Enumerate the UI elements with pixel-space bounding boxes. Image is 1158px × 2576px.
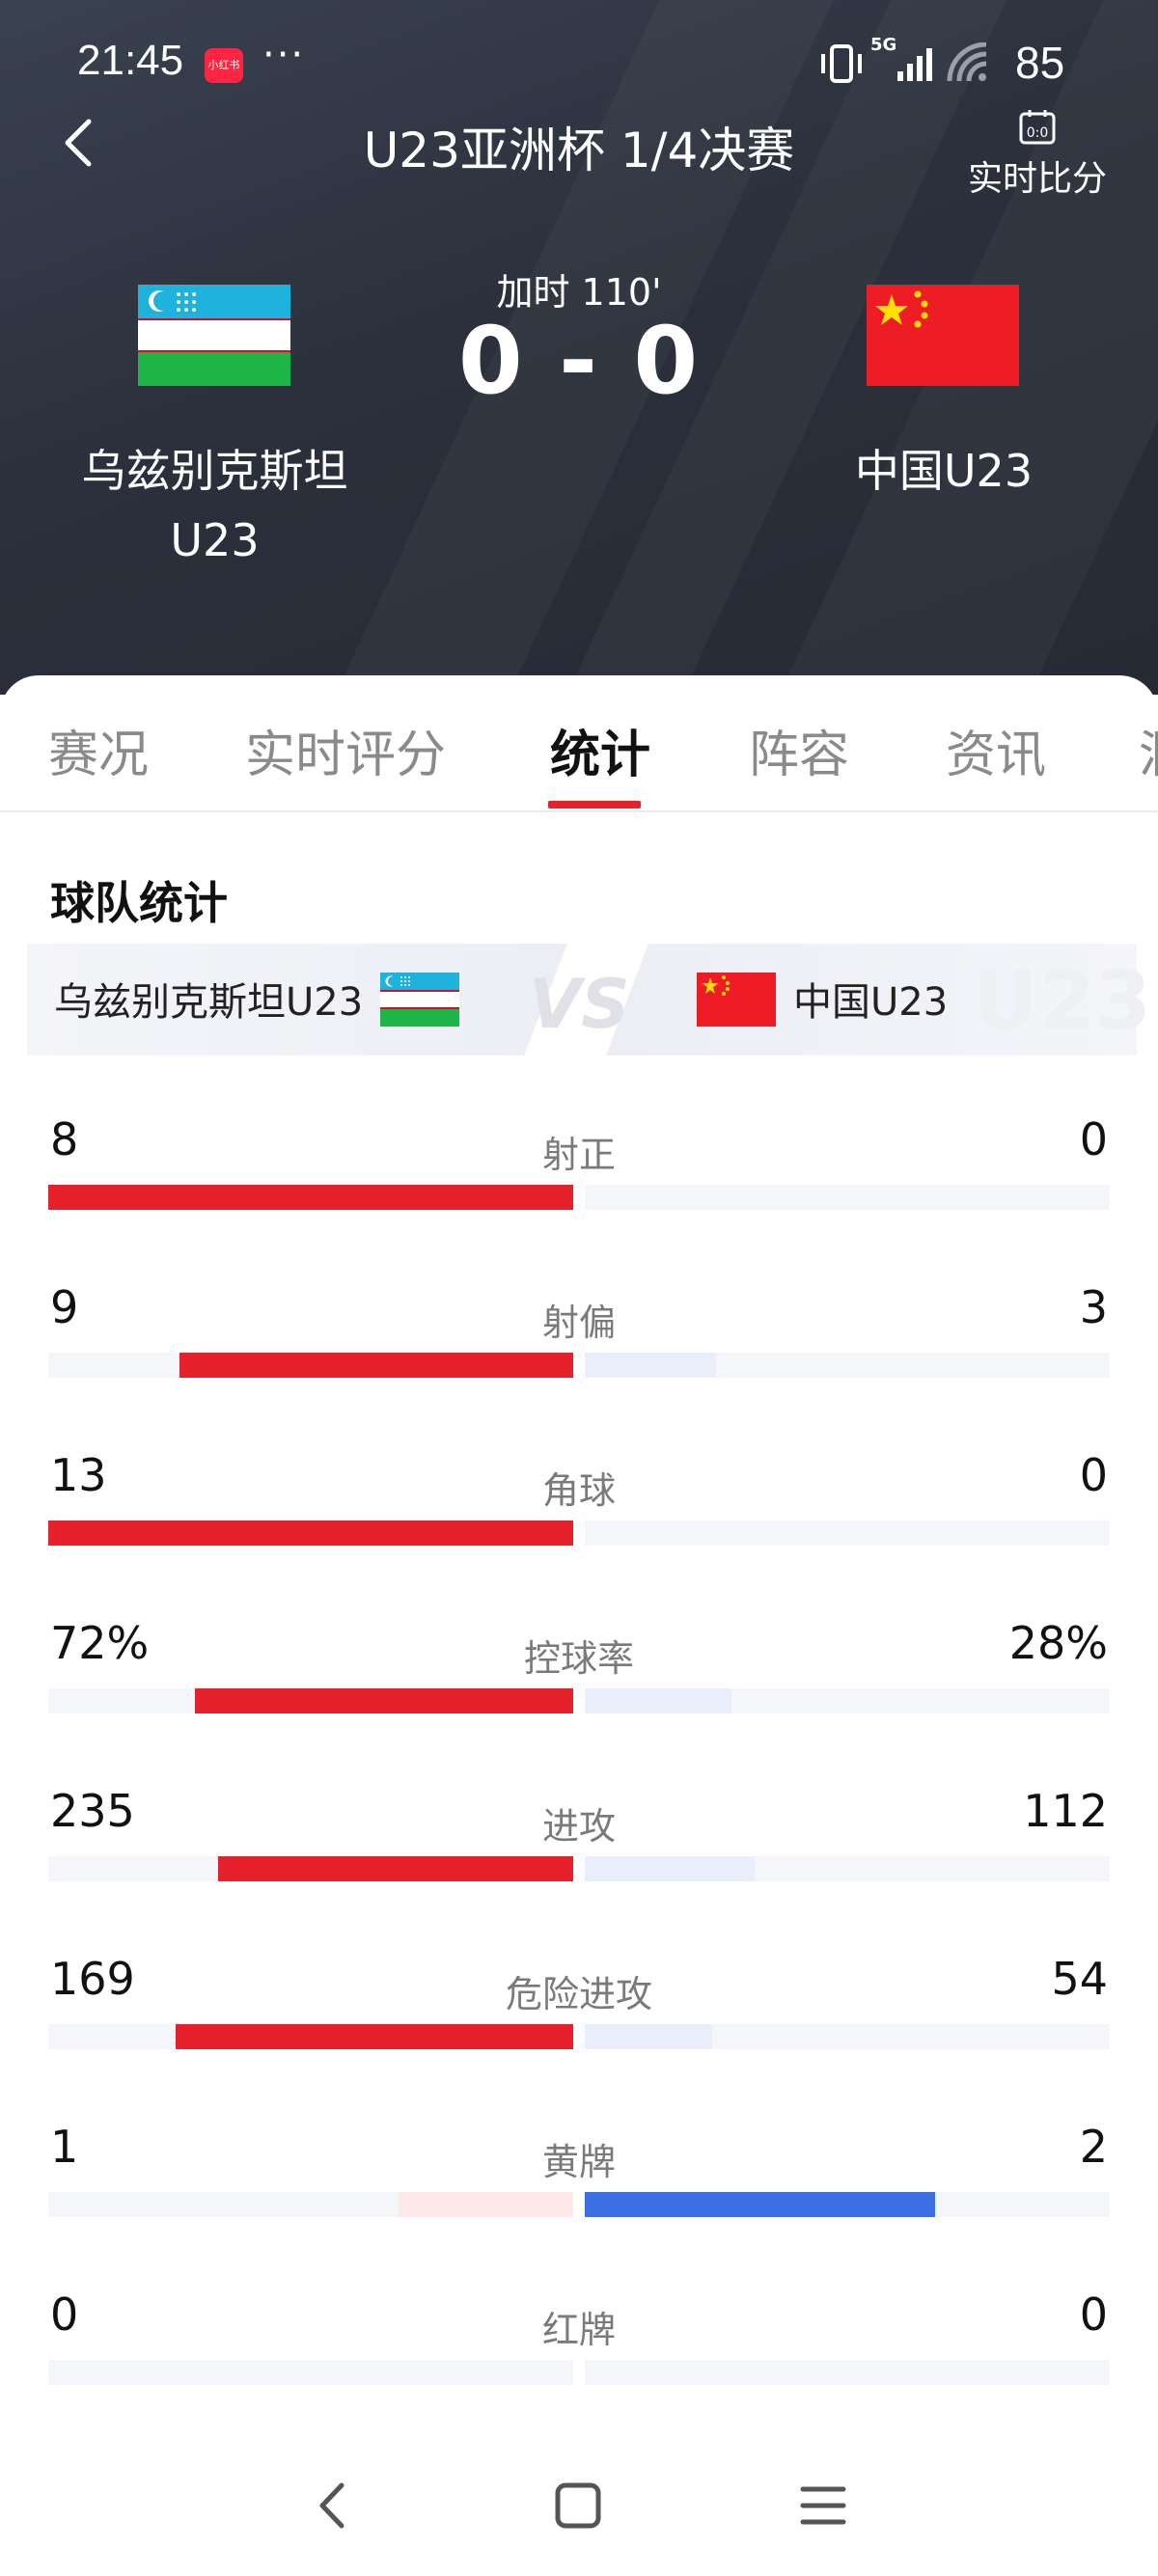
- stat-home-value: 169: [50, 1953, 135, 2005]
- home-bar-fill: [176, 2024, 573, 2049]
- home-bar-fill: [195, 1688, 573, 1713]
- home-team-name[interactable]: 乌兹别克斯坦U23: [58, 436, 372, 575]
- match-score: 0 - 0: [457, 307, 701, 415]
- stat-home-value: 72%: [50, 1617, 150, 1669]
- away-bar-fill: [585, 1353, 716, 1378]
- vs-away-team-name: 中国U23: [793, 980, 949, 1025]
- stat-away-value: 2: [1079, 2121, 1108, 2173]
- more-notifications-icon: ···: [262, 33, 306, 77]
- status-bar: 21:45 小红书 ··· 5G 85: [0, 29, 1158, 96]
- team-vs-banner: U23 乌兹别克斯坦U23 VS 中国U23: [27, 944, 1151, 1055]
- battery-level: 85: [1015, 38, 1065, 88]
- system-navigation-bar: [0, 2431, 1158, 2576]
- tab-live-rating[interactable]: 实时评分: [245, 714, 446, 786]
- stat-row-shots-off-target: 9 射偏 3: [0, 1281, 1158, 1449]
- home-bar-track: [48, 1856, 573, 1881]
- scoreboard-icon: 0:0: [1019, 110, 1056, 145]
- match-header: 21:45 小红书 ··· 5G 85 U23亚洲杯 1/4决赛 0:0 实时比…: [0, 0, 1158, 695]
- wifi-icon: [947, 42, 987, 82]
- vibrate-icon: [821, 44, 862, 83]
- status-time: 21:45: [77, 37, 184, 84]
- section-title: 球队统计: [50, 877, 228, 929]
- home-bar-track: [48, 1688, 573, 1713]
- away-bar-fill: [585, 1688, 731, 1713]
- stat-label: 射偏: [541, 1302, 616, 1344]
- stat-label: 黄牌: [541, 2141, 616, 2183]
- stat-home-value: 235: [50, 1785, 135, 1837]
- tab-stats[interactable]: 统计: [550, 714, 650, 786]
- away-bar-track: [585, 1688, 1110, 1713]
- away-bar-track: [585, 1353, 1110, 1378]
- away-bar-fill: [585, 2192, 935, 2217]
- home-bar-track: [48, 2024, 573, 2049]
- home-bar-track: [48, 1521, 573, 1546]
- away-bar-track: [585, 1185, 1110, 1210]
- stat-away-value: 0: [1079, 1449, 1108, 1501]
- stat-label: 控球率: [523, 1637, 634, 1680]
- home-icon[interactable]: [544, 2472, 612, 2539]
- stat-away-value: 3: [1079, 1281, 1108, 1333]
- home-bar-fill: [218, 1856, 573, 1881]
- stat-away-value: 0: [1079, 2288, 1108, 2341]
- uzbekistan-flag-icon: [138, 285, 290, 386]
- home-bar-track: [48, 2192, 573, 2217]
- stat-label: 进攻: [541, 1805, 616, 1848]
- away-bar-fill: [585, 1856, 755, 1881]
- svg-text:0:0: 0:0: [1027, 125, 1049, 141]
- away-bar-track: [585, 2360, 1110, 2385]
- stat-row-yellow-cards: 1 黄牌 2: [0, 2121, 1158, 2288]
- stat-label: 射正: [541, 1134, 616, 1176]
- app-badge-icon: 小红书: [205, 48, 243, 83]
- china-flag-icon: [697, 973, 776, 1027]
- home-bar-fill: [179, 1353, 573, 1378]
- home-bar-fill: [48, 1185, 573, 1210]
- active-tab-indicator: [548, 801, 641, 808]
- tab-lineup[interactable]: 阵容: [749, 714, 849, 786]
- live-score-button[interactable]: 0:0 实时比分: [955, 108, 1119, 205]
- menu-icon[interactable]: [789, 2472, 857, 2539]
- stat-row-attacks: 235 进攻 112: [0, 1785, 1158, 1953]
- away-bar-fill: [585, 2024, 712, 2049]
- stat-home-value: 13: [50, 1449, 107, 1501]
- away-bar-track: [585, 2024, 1110, 2049]
- home-bar-track: [48, 1185, 573, 1210]
- tab-overview[interactable]: 赛况: [48, 714, 149, 786]
- signal-icon: [897, 48, 932, 81]
- away-bar-track: [585, 2192, 1110, 2217]
- home-bar-fill: [48, 1521, 573, 1546]
- live-score-label: 实时比分: [967, 159, 1107, 199]
- stat-row-shots-on-target: 8 射正 0: [0, 1113, 1158, 1281]
- home-bar-fill: [399, 2192, 573, 2217]
- away-team-name[interactable]: 中国U23: [801, 436, 1087, 500]
- content-panel: 赛况 实时评分 统计 阵容 资讯 洞 球队统计 U23 乌兹别克斯坦U23 VS: [0, 675, 1158, 2576]
- stat-away-value: 112: [1023, 1785, 1108, 1837]
- home-bar-track: [48, 2360, 573, 2385]
- stat-row-possession: 72% 控球率 28%: [0, 1617, 1158, 1785]
- stat-home-value: 0: [50, 2288, 79, 2341]
- tab-more[interactable]: 洞: [1139, 714, 1158, 786]
- tab-bar: 赛况 实时评分 统计 阵容 资讯 洞: [0, 675, 1158, 812]
- stat-label: 红牌: [541, 2309, 616, 2351]
- stat-label: 角球: [541, 1469, 616, 1512]
- stat-home-value: 9: [50, 1281, 79, 1333]
- stat-label: 危险进攻: [505, 1973, 652, 2015]
- home-bar-track: [48, 1353, 573, 1378]
- stat-home-value: 1: [50, 2121, 79, 2173]
- vs-label: VS: [529, 965, 630, 1044]
- china-flag-icon: [867, 285, 1019, 386]
- away-bar-track: [585, 1521, 1110, 1546]
- stat-row-dangerous-attacks: 169 危险进攻 54: [0, 1953, 1158, 2121]
- stat-row-corners: 13 角球 0: [0, 1449, 1158, 1617]
- vs-watermark: U23: [973, 953, 1152, 1048]
- network-type-label: 5G: [870, 35, 897, 55]
- vs-home-team-name: 乌兹别克斯坦U23: [54, 980, 364, 1025]
- back-icon[interactable]: [299, 2472, 367, 2539]
- stat-away-value: 28%: [1008, 1617, 1108, 1669]
- stat-home-value: 8: [50, 1113, 79, 1165]
- tab-news[interactable]: 资讯: [946, 714, 1046, 786]
- stat-away-value: 0: [1079, 1113, 1108, 1165]
- stat-away-value: 54: [1051, 1953, 1108, 2005]
- away-bar-track: [585, 1856, 1110, 1881]
- uzbekistan-flag-icon: [380, 973, 459, 1027]
